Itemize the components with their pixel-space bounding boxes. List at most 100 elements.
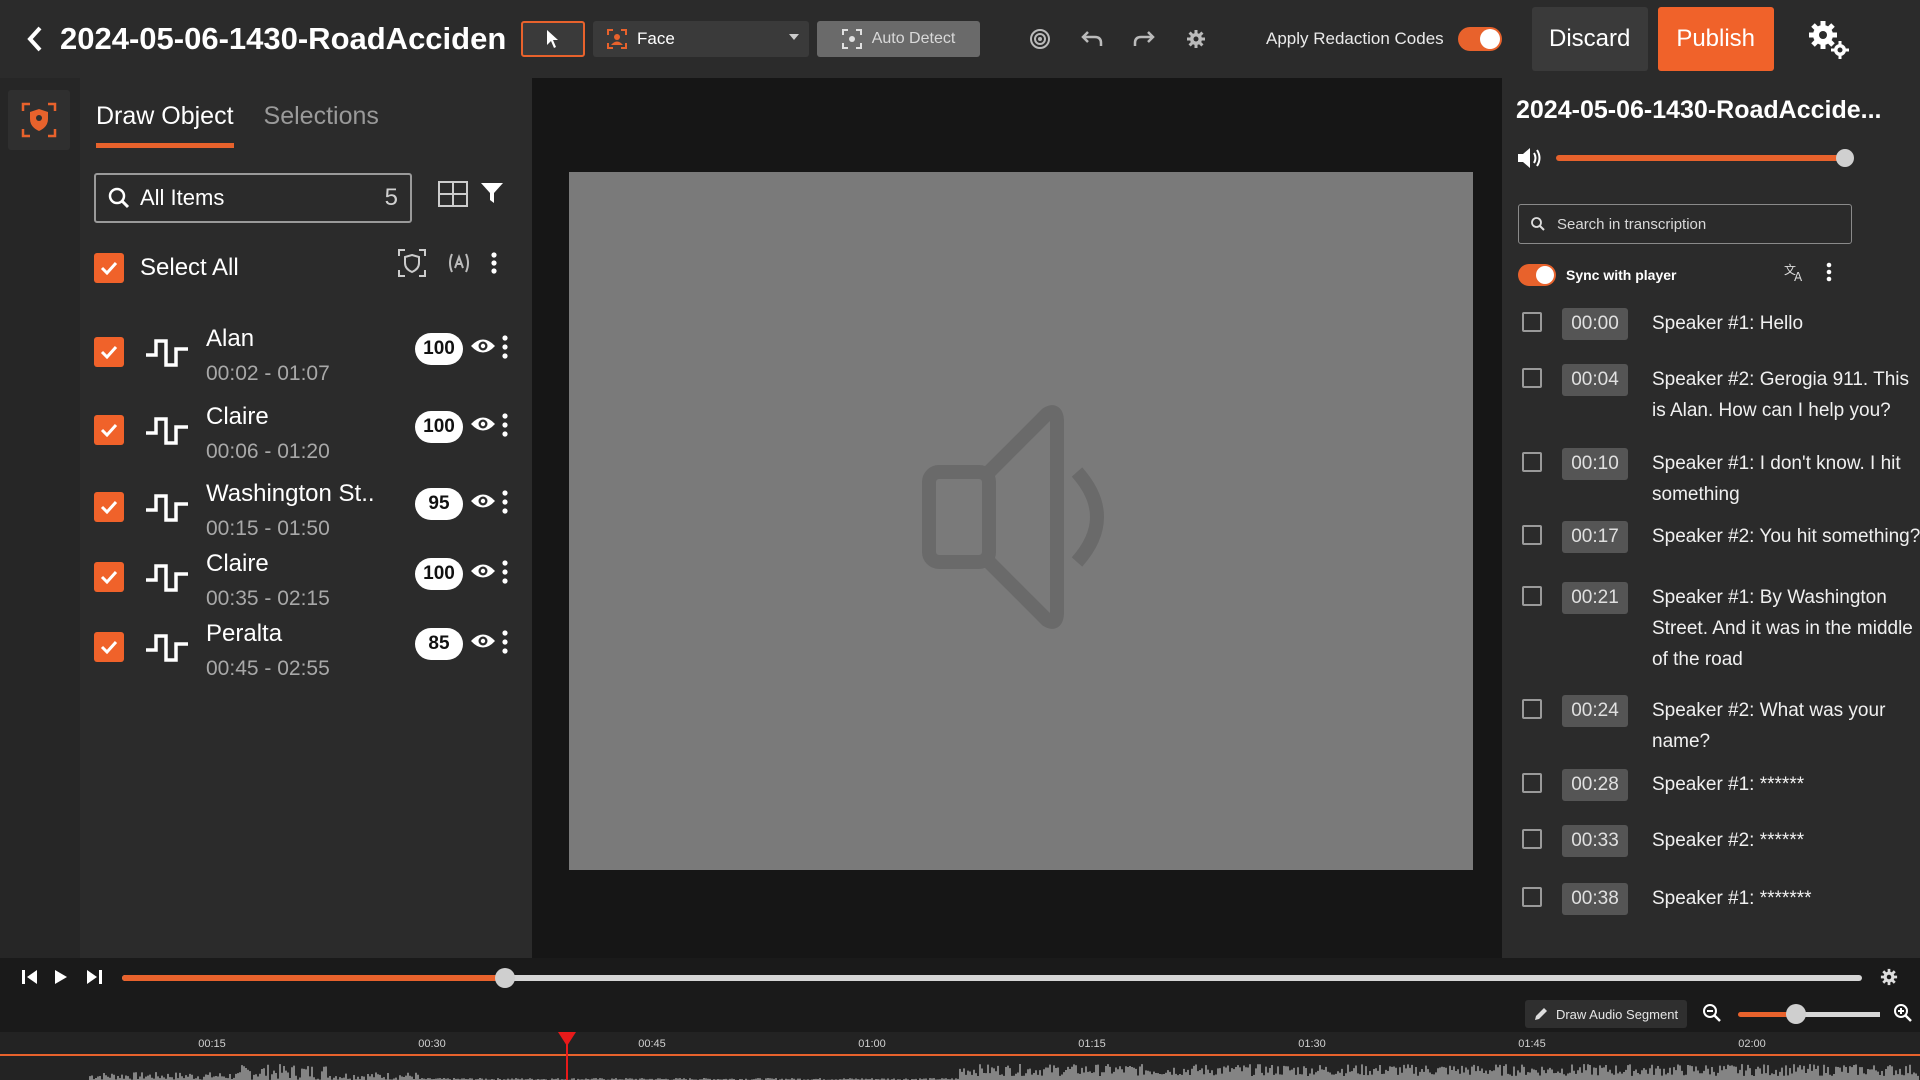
volume-slider-knob[interactable] [1836, 149, 1854, 167]
confidence-badge: 100 [415, 558, 463, 590]
volume-icon[interactable] [1516, 146, 1544, 170]
eye-icon[interactable] [470, 562, 496, 580]
auto-label-icon[interactable] [447, 251, 471, 275]
zoom-slider[interactable] [1738, 1012, 1880, 1017]
page-title: 2024-05-06-1430-RoadAccident [60, 21, 505, 56]
sync-toggle[interactable] [1518, 264, 1556, 286]
transcript-checkbox[interactable] [1522, 829, 1542, 849]
undo-button[interactable] [1072, 19, 1112, 59]
back-button[interactable] [20, 24, 50, 54]
redo-button[interactable] [1124, 19, 1164, 59]
auto-detect-label: Auto Detect [871, 30, 956, 47]
gear-icon[interactable] [1880, 968, 1898, 986]
transcript-timestamp[interactable]: 00:28 [1562, 769, 1628, 801]
translate-icon[interactable]: 文A [1784, 262, 1806, 282]
tab-selections[interactable]: Selections [264, 102, 379, 148]
eye-icon[interactable] [470, 415, 496, 433]
transcript-checkbox[interactable] [1522, 525, 1542, 545]
transcript-timestamp[interactable]: 00:33 [1562, 825, 1628, 857]
object-checkbox[interactable] [94, 632, 124, 662]
skip-back-icon[interactable] [22, 970, 38, 984]
transcript-timestamp[interactable]: 00:10 [1562, 448, 1628, 480]
apply-redaction-toggle[interactable] [1457, 27, 1502, 51]
items-search[interactable]: All Items 5 [94, 173, 412, 223]
transcript-timestamp[interactable]: 00:04 [1562, 364, 1628, 396]
transcript-checkbox[interactable] [1522, 452, 1542, 472]
zoom-slider-knob[interactable] [1786, 1004, 1806, 1024]
object-checkbox[interactable] [94, 415, 124, 445]
more-vertical-icon[interactable] [1826, 262, 1832, 282]
transcript-checkbox[interactable] [1522, 699, 1542, 719]
confidence-badge: 85 [415, 628, 463, 660]
draw-audio-segment-button[interactable]: Draw Audio Segment [1525, 1000, 1687, 1028]
zoom-in-icon[interactable] [1894, 1004, 1912, 1022]
discard-button[interactable]: Discard [1531, 7, 1648, 71]
playhead-marker[interactable] [558, 1032, 576, 1046]
checkmark-icon [100, 261, 118, 275]
transcript-checkbox[interactable] [1522, 887, 1542, 907]
object-item[interactable]: Alan 00:02 - 01:07 100 [94, 325, 514, 405]
transcript-checkbox[interactable] [1522, 773, 1542, 793]
transcript-timestamp[interactable]: 00:17 [1562, 521, 1628, 553]
app-settings-button[interactable] [1804, 14, 1854, 64]
object-item[interactable]: Washington St.. 00:15 - 01:50 95 [94, 480, 514, 560]
eye-icon[interactable] [470, 337, 496, 355]
transcript-checkbox[interactable] [1522, 368, 1542, 388]
object-checkbox[interactable] [94, 337, 124, 367]
more-vertical-icon[interactable] [491, 252, 497, 274]
zoom-out-icon[interactable] [1703, 1004, 1721, 1022]
timeline-tools: Draw Audio Segment [0, 996, 1920, 1032]
left-rail [0, 78, 80, 958]
audio-segment-icon [146, 634, 188, 662]
object-name: Alan [206, 325, 255, 352]
object-checkbox[interactable] [94, 492, 124, 522]
transcript-checkbox[interactable] [1522, 312, 1542, 332]
object-time-range: 00:02 - 01:07 [206, 362, 330, 385]
eye-icon[interactable] [470, 492, 496, 510]
transcription-search[interactable]: Search in transcription [1518, 204, 1852, 244]
more-vertical-icon[interactable] [502, 560, 508, 584]
checkmark-icon [100, 500, 118, 514]
more-vertical-icon[interactable] [502, 335, 508, 359]
object-checkbox[interactable] [94, 562, 124, 592]
transcript-timestamp[interactable]: 00:21 [1562, 582, 1628, 614]
transcript-checkbox[interactable] [1522, 586, 1542, 606]
object-item[interactable]: Claire 00:35 - 02:15 100 [94, 550, 514, 630]
object-time-range: 00:06 - 01:20 [206, 440, 330, 463]
filter-button[interactable] [480, 181, 504, 210]
audio-timeline[interactable]: 00:15 00:30 00:45 01:00 01:15 01:30 01:45 02:00 [0, 1032, 1920, 1080]
skip-forward-icon[interactable] [86, 970, 102, 984]
confidence-badge: 100 [415, 411, 463, 443]
volume-slider[interactable] [1556, 149, 1854, 167]
pencil-icon [1534, 1008, 1547, 1020]
eye-icon[interactable] [470, 632, 496, 650]
items-search-value: All Items [140, 185, 225, 210]
more-vertical-icon[interactable] [502, 413, 508, 437]
shield-icon [21, 102, 57, 138]
detect-type-select[interactable]: Face [593, 21, 809, 57]
publish-button[interactable]: Publish [1657, 7, 1774, 71]
redaction-tool-button[interactable] [8, 90, 70, 150]
transcript-text: Speaker #2: ****** [1652, 830, 1805, 851]
transcript-timestamp[interactable]: 00:24 [1562, 695, 1628, 727]
grid-view-button[interactable] [438, 181, 468, 212]
tab-draw-object[interactable]: Draw Object [96, 102, 234, 148]
more-vertical-icon[interactable] [502, 490, 508, 514]
shield-frame-icon[interactable] [397, 248, 427, 278]
play-icon[interactable] [54, 970, 68, 984]
object-item[interactable]: Peralta 00:45 - 02:55 85 [94, 620, 514, 700]
object-item[interactable]: Claire 00:06 - 01:20 100 [94, 403, 514, 483]
target-button[interactable] [1020, 19, 1060, 59]
playback-progress[interactable] [122, 968, 1862, 988]
select-all-checkbox[interactable] [94, 253, 124, 283]
more-vertical-icon[interactable] [502, 630, 508, 654]
redaction-app: 2024-05-06-1430-RoadAccident Face Auto D… [0, 0, 1920, 1080]
media-preview[interactable] [569, 172, 1473, 870]
select-all-row[interactable]: Select All [94, 253, 239, 283]
settings-button[interactable] [1176, 19, 1216, 59]
playback-progress-knob[interactable] [494, 968, 515, 988]
auto-detect-button[interactable]: Auto Detect [817, 21, 980, 57]
transcript-timestamp[interactable]: 00:38 [1562, 883, 1628, 915]
pointer-tool-button[interactable] [521, 21, 585, 57]
transcript-timestamp[interactable]: 00:00 [1562, 308, 1628, 340]
